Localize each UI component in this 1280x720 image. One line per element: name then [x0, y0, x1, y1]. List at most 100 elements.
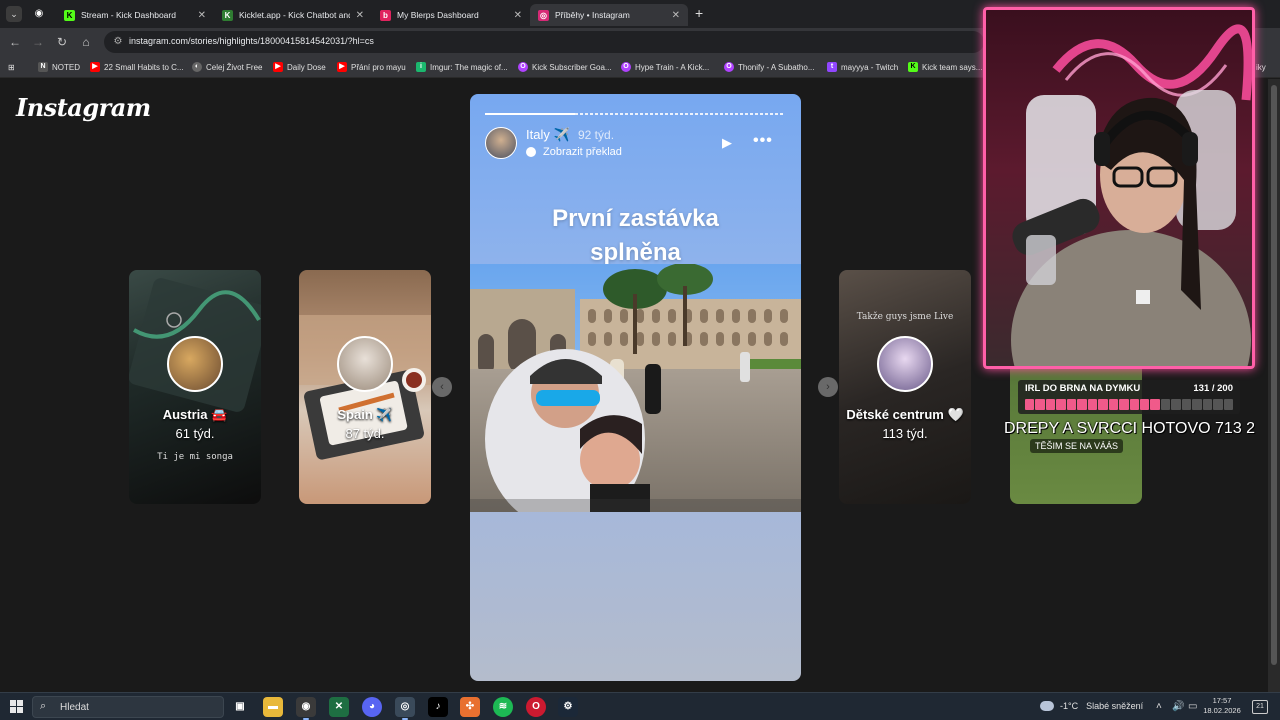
clock-date: 18.02.2026 — [1203, 706, 1241, 715]
page-scrollbar[interactable] — [1268, 79, 1280, 692]
play-icon[interactable]: ▶ — [722, 136, 736, 150]
scroll-thumb[interactable] — [1271, 85, 1277, 665]
bookmark-thonify[interactable]: O Thonify - A Subatho... — [724, 60, 815, 74]
highlight-name: Dětské centrum 🤍 — [846, 407, 964, 422]
goal-count: 131 / 200 — [1193, 383, 1233, 394]
bookmark-daily-dose[interactable]: ▶ Daily Dose — [273, 60, 326, 74]
apps-icon[interactable]: ⊞ — [8, 60, 15, 74]
system-clock[interactable]: 17:57 18.02.2026 — [1202, 696, 1242, 716]
highlight-caption: Takže guys jsme Live — [856, 312, 954, 322]
notification-center-icon[interactable]: 21 — [1252, 700, 1268, 714]
highlight-austria[interactable]: Austria 🚘 61 týd. Ti je mi songa — [129, 270, 261, 504]
show-translation-link[interactable]: Zobrazit překlad — [526, 146, 622, 158]
opera-icon[interactable]: O — [526, 697, 546, 717]
globe-icon: ◐ — [192, 62, 202, 72]
speaker-icon[interactable]: 🔊 — [1172, 701, 1184, 712]
highlight-spain[interactable]: Spain ✈️ 87 týd. — [299, 270, 431, 504]
bookmark-label: NOTED — [52, 62, 80, 72]
back-icon[interactable]: ← — [6, 33, 24, 51]
close-icon[interactable]: ✕ — [356, 10, 364, 21]
kick-icon: K — [64, 9, 75, 21]
bookmark-kick-sub-goal[interactable]: O Kick Subscriber Goa... — [518, 60, 612, 74]
bookmark-kick-team[interactable]: K Kick team says... — [908, 60, 982, 74]
goal-segment — [1108, 399, 1119, 410]
tab-search-button[interactable]: ⌄ — [6, 6, 22, 22]
tab-kicklet[interactable]: K Kicklet.app - Kick Chatbot and ... ✕ — [214, 4, 372, 26]
overlay-icon: O — [518, 62, 528, 72]
pinned-tab[interactable]: ◉ — [32, 7, 46, 21]
chrome-icon[interactable]: ◎ — [395, 697, 415, 720]
highlight-age: 61 týd. — [175, 426, 215, 441]
bookmark-overflow[interactable]: iky — [1256, 60, 1266, 74]
goal-segment — [1139, 399, 1150, 410]
close-icon[interactable]: ✕ — [672, 10, 680, 21]
bookmark-celej-zivot[interactable]: ◐ Celej Život Free — [192, 60, 262, 74]
bookmark-imgur[interactable]: i Imgur: The magic of... — [416, 60, 508, 74]
goal-segment — [1119, 399, 1129, 410]
story-title[interactable]: Italy ✈️ — [526, 127, 570, 143]
close-icon[interactable]: ✕ — [198, 10, 206, 21]
highlight-detske-centrum[interactable]: Takže guys jsme Live Dětské centrum 🤍 11… — [839, 270, 971, 504]
youtube-icon: ▶ — [90, 62, 100, 72]
chevron-up-icon[interactable]: ˄ — [1156, 701, 1162, 712]
story-progress-fill — [485, 113, 575, 115]
network-icon[interactable]: ▭ — [1188, 701, 1197, 712]
excel-icon[interactable]: ✕ — [329, 697, 349, 717]
forward-icon[interactable]: → — [29, 33, 47, 51]
bookmark-noted[interactable]: N NOTED — [38, 60, 80, 74]
imgur-icon: i — [416, 62, 426, 72]
weather-widget[interactable]: -1°C Slabé sněžení — [1040, 701, 1143, 711]
goal-segment — [1025, 399, 1035, 410]
bookmark-mayyya-twitch[interactable]: t mayyya - Twitch — [827, 60, 898, 74]
taskbar-search[interactable]: ⌕ Hledat — [32, 696, 224, 718]
tab-instagram[interactable]: ◎ Příběhy • Instagram ✕ — [530, 4, 688, 26]
instagram-icon: ◎ — [538, 9, 549, 21]
kicklet-icon: K — [222, 9, 233, 21]
rome-photo — [470, 264, 801, 512]
streamlabs-icon[interactable]: ✣ — [460, 697, 480, 717]
subscriber-goal-widget: IRL DO BRNA NA DYMKU 131 / 200 — [1018, 380, 1240, 414]
task-view-icon[interactable]: ▣ — [230, 697, 250, 717]
file-explorer-icon[interactable]: ▬ — [263, 697, 283, 717]
bookmark-prani[interactable]: ▶ Přání pro mayu — [337, 60, 406, 74]
next-story-button[interactable]: › — [818, 377, 838, 397]
story-viewer[interactable]: Italy ✈️ 92 týd. Zobrazit překlad ▶ ••• … — [470, 94, 801, 681]
instagram-logo[interactable]: Instagram — [16, 93, 151, 122]
goal-segment — [1202, 399, 1213, 410]
overlay-icon: O — [621, 62, 631, 72]
close-icon[interactable]: ✕ — [514, 10, 522, 21]
new-tab-button[interactable]: + — [695, 5, 703, 21]
obs-icon[interactable]: ◉ — [296, 697, 316, 720]
url-text: instagram.com/stories/highlights/1800041… — [129, 36, 374, 46]
story-avatar[interactable] — [485, 127, 517, 159]
home-icon[interactable]: ⌂ — [77, 33, 95, 51]
goal-segment — [1045, 399, 1056, 410]
goal-segment — [1213, 399, 1223, 410]
overlay-greeting: TĚŠIM SE NA VÁÁS — [1030, 439, 1124, 453]
site-info-icon[interactable]: ⚙ — [111, 35, 125, 49]
previous-story-button[interactable]: ‹ — [432, 377, 452, 397]
highlight-age: 87 týd. — [345, 426, 385, 441]
address-bar[interactable]: ⚙ instagram.com/stories/highlights/18000… — [104, 31, 984, 53]
tab-title: Kicklet.app - Kick Chatbot and ... — [239, 10, 350, 20]
tab-blerps[interactable]: b My Blerps Dashboard ✕ — [372, 4, 530, 26]
kick-icon: K — [908, 62, 918, 72]
bookmark-label: Kick Subscriber Goa... — [532, 62, 612, 72]
steam-icon[interactable]: ⚙ — [558, 697, 578, 717]
windows-start-icon[interactable] — [10, 700, 24, 714]
discord-icon[interactable]: ◕ — [362, 697, 382, 717]
temperature: -1°C — [1060, 701, 1079, 711]
translate-label: Zobrazit překlad — [543, 146, 622, 158]
bookmark-small-habits[interactable]: ▶ 22 Small Habits to C... — [90, 60, 184, 74]
tiktok-icon[interactable]: ♪ — [428, 697, 448, 717]
bookmark-label: Imgur: The magic of... — [430, 62, 508, 72]
search-icon: ⌕ — [40, 700, 47, 712]
highlight-name: Austria 🚘 — [162, 407, 228, 422]
tab-kick-dashboard[interactable]: K Stream - Kick Dashboard ✕ — [56, 4, 214, 26]
reload-icon[interactable]: ↻ — [53, 33, 71, 51]
spotify-icon[interactable]: ≋ — [493, 697, 513, 717]
more-options-icon[interactable]: ••• — [753, 132, 773, 150]
youtube-icon: ▶ — [273, 62, 283, 72]
bookmark-hype-train[interactable]: O Hype Train - A Kick... — [621, 60, 709, 74]
search-placeholder: Hledat — [60, 702, 89, 713]
